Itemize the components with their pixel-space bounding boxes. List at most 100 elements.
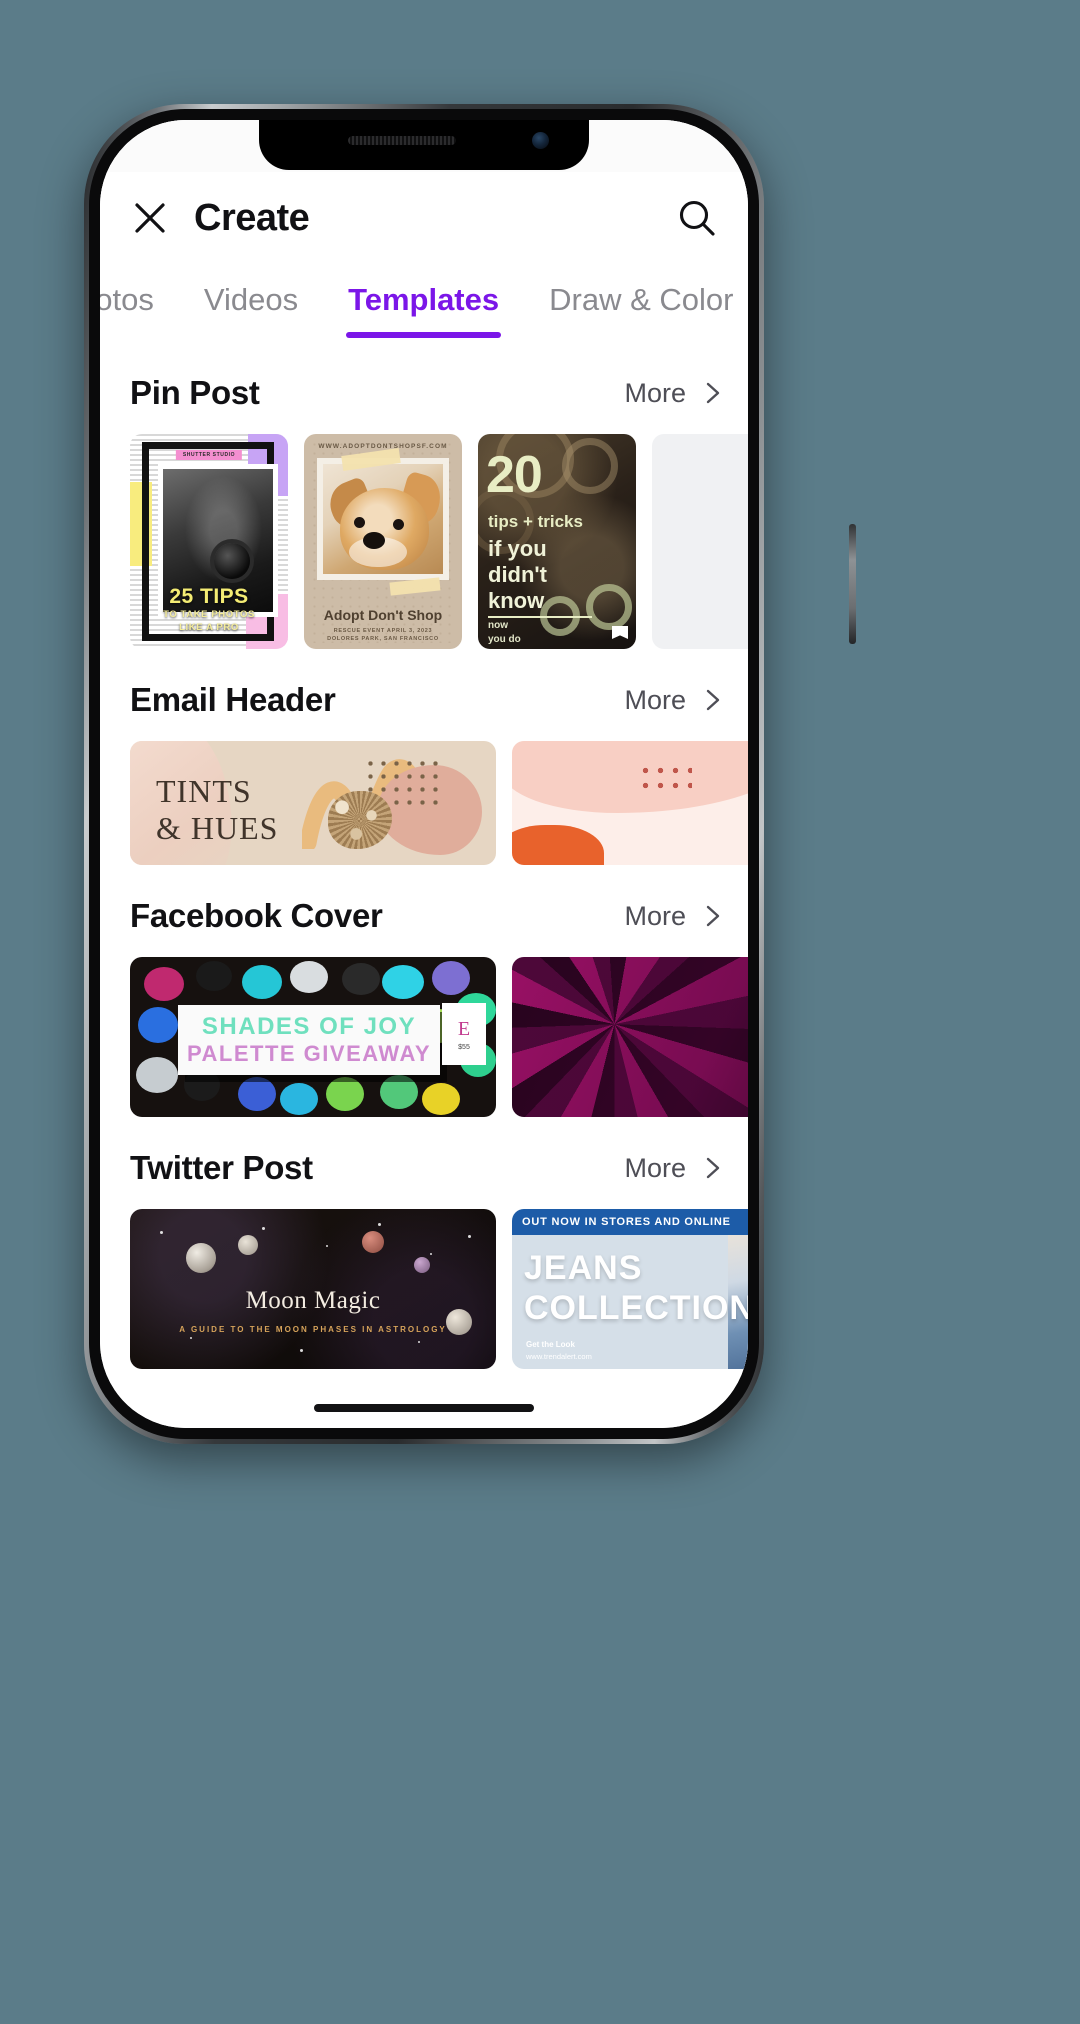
tab-videos[interactable]: Videos xyxy=(202,278,300,338)
price-tag: E $55 xyxy=(442,1003,486,1065)
card-subline: TO TAKE PHOTOS LIKE A PRO xyxy=(130,609,288,635)
chevron-right-icon[interactable] xyxy=(700,1155,726,1181)
bookmark-icon xyxy=(612,626,628,639)
home-indicator[interactable] xyxy=(314,1404,534,1412)
giveaway-label: SHADES OF JOY PALETTE GIVEAWAY xyxy=(178,1005,440,1075)
create-app-screen: Create hotos Videos Templat xyxy=(100,120,748,1428)
card-meta: RESCUE EVENT APRIL 3, 2023 DOLORES PARK,… xyxy=(304,627,462,644)
section-title: Facebook Cover xyxy=(130,897,383,934)
tab-photos[interactable]: hotos xyxy=(100,278,156,338)
section-title: Twitter Post xyxy=(130,1149,313,1186)
facebook-cover-card-rail[interactable]: SHADES OF JOY PALETTE GIVEAWAY E $55 xyxy=(100,957,748,1117)
card-line-1: JEANS xyxy=(524,1249,643,1287)
card-headline: 25 TIPS xyxy=(169,585,249,608)
device-notch xyxy=(259,120,589,170)
category-tab-bar: hotos Videos Templates Draw & Color xyxy=(100,264,748,338)
section-facebook-cover: Facebook Cover More SHADES OF JOY PALETT… xyxy=(100,871,748,1117)
template-card-jeans-collection[interactable]: OUT NOW IN STORES AND ONLINE JEANS COLLE… xyxy=(512,1209,748,1369)
card-url: WWW.ADOPTDONTSHOPSF.COM xyxy=(318,443,448,450)
section-header-email-header: Email Header More xyxy=(100,655,748,741)
phone-device-frame: Create hotos Videos Templat xyxy=(84,104,856,1444)
search-icon[interactable] xyxy=(676,197,718,239)
template-card-20-tips-tricks[interactable]: 20 tips + tricks if you didn't know now … xyxy=(478,434,636,649)
card-line-2: if you xyxy=(488,536,547,561)
section-pin-post: Pin Post More SHUTTER STUDIO 25 TIPS TO … xyxy=(100,348,748,649)
card-meta-2: DOLORES PARK, SAN FRANCISCO xyxy=(327,635,439,642)
gear-icon xyxy=(562,438,618,494)
gear-icon xyxy=(586,584,632,630)
screenshot-root: Create hotos Videos Templat xyxy=(0,0,1080,2024)
section-header-pin-post: Pin Post More xyxy=(100,348,748,434)
template-card-electric[interactable]: PARTY PLANNER Electric EST. 2001 xyxy=(512,957,748,1117)
email-header-card-rail[interactable]: TINTS & HUES HELLO xyxy=(100,741,748,865)
card-text: TINTS & HUES xyxy=(156,773,278,847)
section-header-facebook-cover: Facebook Cover More xyxy=(100,871,748,957)
red-dots-cluster xyxy=(638,763,692,797)
twitter-post-card-rail[interactable]: Moon Magic A GUIDE TO THE MOON PHASES IN… xyxy=(100,1209,748,1369)
template-card-tints-and-hues[interactable]: TINTS & HUES xyxy=(130,741,496,865)
tag-price: $55 xyxy=(458,1043,470,1051)
card-line-1: SHADES OF JOY xyxy=(201,1013,417,1040)
more-link-facebook-cover[interactable]: More xyxy=(624,901,686,932)
earpiece-speaker-icon xyxy=(348,136,456,145)
card-line-4: know xyxy=(488,588,545,613)
chevron-right-icon[interactable] xyxy=(700,903,726,929)
app-bar: Create xyxy=(100,172,748,264)
templates-scroll-area[interactable]: Pin Post More SHUTTER STUDIO 25 TIPS TO … xyxy=(100,338,748,1428)
section-header-twitter-post: Twitter Post More xyxy=(100,1123,748,1209)
pin-post-card-rail[interactable]: SHUTTER STUDIO 25 TIPS TO TAKE PHOTOS LI… xyxy=(100,434,748,649)
more-link-pin-post[interactable]: More xyxy=(624,378,686,409)
tab-templates[interactable]: Templates xyxy=(346,278,502,338)
photo-frame xyxy=(317,458,449,580)
card-line-2: PALETTE GIVEAWAY xyxy=(186,1041,432,1066)
dog-nose xyxy=(362,532,385,550)
template-card-placeholder[interactable] xyxy=(652,434,748,649)
card-cta: Get the Look xyxy=(526,1340,575,1349)
card-number: 20 xyxy=(486,446,543,504)
card-line-2: & HUES xyxy=(156,809,279,846)
power-button[interactable] xyxy=(849,524,856,644)
section-twitter-post: Twitter Post More Moon Magic A GUIDE TO … xyxy=(100,1123,748,1369)
more-link-email-header[interactable]: More xyxy=(624,685,686,716)
chevron-right-icon[interactable] xyxy=(700,687,726,713)
camera-lens-icon xyxy=(213,543,250,580)
card-title: Adopt Don't Shop xyxy=(323,607,443,623)
close-icon[interactable] xyxy=(128,196,172,240)
more-link-twitter-post[interactable]: More xyxy=(624,1153,686,1184)
template-card-adopt-dont-shop[interactable]: WWW.ADOPTDONTSHOPSF.COM Adopt Don't Shop… xyxy=(304,434,462,649)
pink-wave-shape xyxy=(512,741,748,813)
section-title: Pin Post xyxy=(130,374,260,411)
card-subline-1: TO TAKE PHOTOS xyxy=(163,609,255,621)
page-title: Create xyxy=(194,196,310,239)
studio-badge: SHUTTER STUDIO xyxy=(175,450,243,460)
card-small-2: you do xyxy=(488,634,521,645)
tag-letter: E xyxy=(457,1017,471,1040)
card-subtitle: A GUIDE TO THE MOON PHASES IN ASTROLOGY xyxy=(179,1325,447,1334)
dog-photo xyxy=(323,464,443,574)
section-title: Email Header xyxy=(130,681,336,718)
front-camera-icon xyxy=(532,132,549,149)
card-small-1: now xyxy=(488,620,508,631)
divider-rule xyxy=(488,616,592,618)
template-card-hello-email-header[interactable]: HELLO xyxy=(512,741,748,865)
tab-draw-and-color[interactable]: Draw & Color xyxy=(547,278,735,338)
card-line-3: didn't xyxy=(488,562,547,587)
card-line-2: COLLECTION xyxy=(524,1289,748,1327)
card-title: Moon Magic xyxy=(245,1287,381,1314)
orange-blob-shape xyxy=(512,825,604,865)
template-card-shades-of-joy[interactable]: SHADES OF JOY PALETTE GIVEAWAY E $55 xyxy=(130,957,496,1117)
card-url: www.trendalert.com xyxy=(526,1352,592,1361)
phone-bezel: Create hotos Videos Templat xyxy=(89,109,759,1439)
card-subline-2: LIKE A PRO xyxy=(179,622,239,634)
phone-screen: Create hotos Videos Templat xyxy=(100,120,748,1428)
overlay-gradient xyxy=(512,957,748,1117)
template-card-25-tips-photography[interactable]: SHUTTER STUDIO 25 TIPS TO TAKE PHOTOS LI… xyxy=(130,434,288,649)
dog-eye-left xyxy=(354,516,366,528)
template-card-moon-magic[interactable]: Moon Magic A GUIDE TO THE MOON PHASES IN… xyxy=(130,1209,496,1369)
chevron-right-icon[interactable] xyxy=(700,380,726,406)
card-line-1: TINTS xyxy=(156,773,252,809)
section-email-header: Email Header More TINTS & HUES xyxy=(100,655,748,865)
dog-eye-right xyxy=(392,519,404,530)
card-banner: OUT NOW IN STORES AND ONLINE xyxy=(512,1209,748,1235)
card-line-1: tips + tricks xyxy=(488,512,583,531)
